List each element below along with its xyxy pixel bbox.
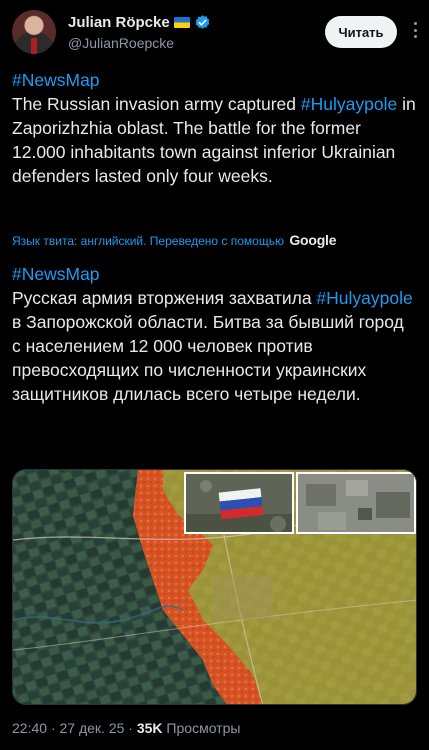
hashtag-hulyaypole-link[interactable]: #Hulyaypole: [316, 288, 412, 308]
russian-flag-photo: [186, 474, 292, 532]
tweet-meta: 22:40 · 27 дек. 25 · 35K Просмотры: [12, 720, 240, 736]
drone-photo-town-inset[interactable]: [296, 472, 416, 534]
tweet-media-map[interactable]: [12, 469, 417, 705]
meta-separator: ·: [47, 720, 60, 736]
author-handle[interactable]: @JulianRoepcke: [68, 35, 174, 51]
tweet-header: Julian Röpcke @JulianRoepcke Читать: [12, 10, 417, 58]
drone-photo-flag-inset[interactable]: [184, 472, 294, 534]
tweet-text-translated: #NewsMap Русская армия вторжения захвати…: [12, 262, 417, 406]
tweet-text-part: в Запорожской области. Битва за бывший г…: [12, 312, 404, 404]
translation-note[interactable]: Язык твита: английский. Переведено с пом…: [12, 232, 337, 248]
tweet-text-original: #NewsMap The Russian invasion army captu…: [12, 68, 417, 188]
ukraine-flag-icon: [173, 17, 190, 28]
read-button[interactable]: Читать: [325, 16, 397, 48]
more-options-icon[interactable]: [406, 20, 424, 40]
avatar[interactable]: [12, 10, 56, 54]
tweet-text-part: The Russian invasion army captured: [12, 94, 301, 114]
views-label: Просмотры: [162, 720, 241, 736]
destroyed-town-photo: [298, 474, 414, 532]
author-name-row[interactable]: Julian Röpcke: [68, 14, 211, 31]
hashtag-newsmap-link[interactable]: #NewsMap: [12, 262, 417, 286]
hashtag-newsmap-link[interactable]: #NewsMap: [12, 68, 417, 92]
tweet-date[interactable]: 27 дек. 25: [60, 720, 125, 736]
hashtag-hulyaypole-link[interactable]: #Hulyaypole: [301, 94, 397, 114]
tweet-time[interactable]: 22:40: [12, 720, 47, 736]
translation-note-text: Язык твита: английский. Переведено с пом…: [12, 234, 284, 248]
verified-badge-icon: [195, 15, 210, 29]
google-logo: Google: [289, 232, 337, 248]
views-count: 35K: [136, 720, 163, 736]
display-name[interactable]: Julian Röpcke: [68, 14, 170, 31]
tweet-text-part: Русская армия вторжения захватила: [12, 288, 317, 308]
meta-separator: ·: [124, 720, 137, 736]
